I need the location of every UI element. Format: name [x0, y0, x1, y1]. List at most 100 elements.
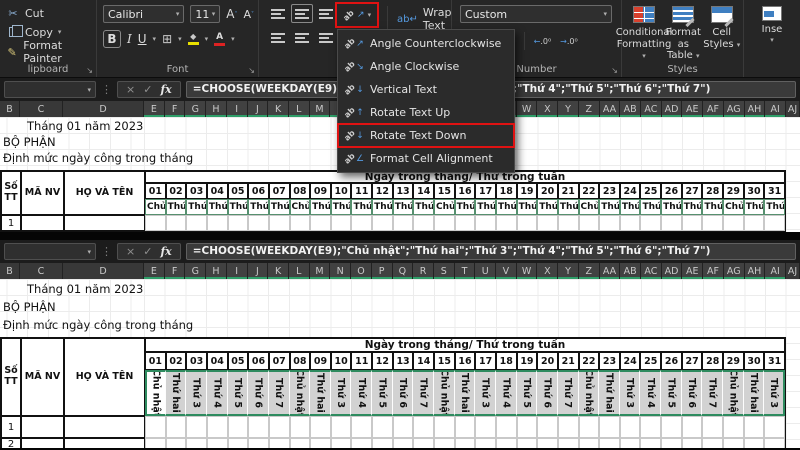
column-header[interactable]: L: [288, 263, 310, 279]
empty-cell[interactable]: [64, 438, 145, 448]
increase-decimal-button[interactable]: ← .0⁰: [534, 37, 552, 46]
empty-cell[interactable]: [640, 438, 662, 448]
day-name-cell[interactable]: Thứ 7: [702, 199, 724, 215]
column-header[interactable]: Y: [558, 101, 579, 117]
day-name-cell[interactable]: Chủ nhật: [145, 199, 166, 215]
header-name[interactable]: HỌ VÀ TÊN: [64, 338, 145, 416]
empty-cell[interactable]: [392, 416, 414, 438]
day-name-cell[interactable]: Thứ 4: [206, 370, 228, 416]
day-name-cell[interactable]: Thứ 5: [227, 199, 249, 215]
day-number-cell[interactable]: 25: [640, 352, 662, 370]
empty-cell[interactable]: [268, 438, 290, 448]
column-header[interactable]: M: [309, 263, 331, 279]
bold-button[interactable]: B: [103, 30, 121, 48]
day-name-cell[interactable]: Chủ nhật: [289, 199, 311, 215]
column-header[interactable]: AG: [723, 263, 745, 279]
column-header[interactable]: AE: [682, 263, 704, 279]
day-name-cell[interactable]: Thứ 5: [661, 370, 682, 416]
day-number-cell[interactable]: 13: [392, 183, 414, 199]
empty-cell[interactable]: [372, 416, 393, 438]
day-number-cell[interactable]: 16: [454, 183, 476, 199]
empty-cell[interactable]: [537, 438, 558, 448]
number-format-select[interactable]: Custom ▾: [460, 5, 612, 23]
column-header[interactable]: C: [20, 101, 63, 117]
month-title[interactable]: Tháng 01 năm 2023: [27, 119, 143, 133]
column-header[interactable]: X: [537, 101, 559, 117]
empty-cell[interactable]: [599, 416, 620, 438]
day-name-cell[interactable]: Thứ 7: [268, 199, 290, 215]
day-number-cell[interactable]: 16: [454, 352, 476, 370]
column-header[interactable]: R: [413, 263, 434, 279]
day-name-cell[interactable]: Thứ hai: [599, 370, 620, 416]
day-number-cell[interactable]: 22: [578, 183, 600, 199]
column-header[interactable]: L: [288, 101, 310, 117]
empty-cell[interactable]: [599, 215, 620, 231]
day-name-cell[interactable]: Thứ hai: [310, 370, 331, 416]
empty-cell[interactable]: [743, 438, 765, 448]
column-header[interactable]: G: [185, 263, 207, 279]
day-name-cell[interactable]: Thứ hai: [165, 199, 187, 215]
empty-cell[interactable]: [454, 215, 476, 231]
day-name-cell[interactable]: Thứ 6: [681, 370, 703, 416]
empty-cell[interactable]: [702, 215, 724, 231]
column-header[interactable]: AA: [599, 101, 621, 117]
align-middle-button[interactable]: [291, 4, 313, 23]
day-number-cell[interactable]: 13: [392, 352, 414, 370]
day-number-cell[interactable]: 27: [681, 352, 703, 370]
day-name-cell[interactable]: Thứ 7: [413, 199, 435, 215]
empty-cell[interactable]: [764, 215, 785, 231]
cut-button[interactable]: ✂ Cut: [6, 5, 94, 21]
empty-cell[interactable]: [227, 438, 249, 448]
empty-cell[interactable]: [640, 416, 662, 438]
day-number-cell[interactable]: 20: [537, 352, 558, 370]
align-center-button[interactable]: [291, 28, 313, 47]
day-name-cell[interactable]: Thứ 5: [227, 370, 249, 416]
day-number-cell[interactable]: 10: [330, 352, 352, 370]
day-name-cell[interactable]: Thứ 7: [557, 199, 579, 215]
empty-cell[interactable]: [619, 215, 641, 231]
column-header[interactable]: J: [247, 263, 269, 279]
column-header[interactable]: AC: [641, 101, 662, 117]
column-header[interactable]: X: [537, 263, 559, 279]
empty-cell[interactable]: [289, 438, 311, 448]
column-header[interactable]: E: [144, 101, 165, 117]
day-number-cell[interactable]: 29: [723, 352, 744, 370]
empty-cell[interactable]: [495, 438, 517, 448]
empty-cell[interactable]: [21, 438, 64, 448]
day-number-cell[interactable]: 02: [165, 352, 187, 370]
cancel-button[interactable]: ×: [126, 83, 135, 96]
column-header[interactable]: AB: [620, 263, 642, 279]
empty-cell[interactable]: [537, 416, 558, 438]
column-header[interactable]: F: [164, 263, 186, 279]
empty-cell[interactable]: [186, 438, 207, 448]
empty-cell[interactable]: [21, 215, 64, 231]
day-name-cell[interactable]: Thứ 6: [681, 199, 703, 215]
menu-item-vertical-text[interactable]: ab ↓ Vertical Text: [338, 78, 514, 101]
day-number-cell[interactable]: 14: [413, 352, 435, 370]
empty-cell[interactable]: [351, 438, 373, 448]
day-name-cell[interactable]: Chủ nhật: [434, 370, 455, 416]
column-header[interactable]: AH: [744, 263, 766, 279]
column-header[interactable]: AF: [703, 101, 724, 117]
underline-button[interactable]: U: [138, 32, 147, 46]
day-number-cell[interactable]: 26: [661, 183, 682, 199]
day-number-cell[interactable]: 05: [227, 352, 249, 370]
day-number-cell[interactable]: 17: [475, 352, 496, 370]
empty-cell[interactable]: [495, 416, 517, 438]
day-name-cell[interactable]: Thứ hai: [454, 370, 476, 416]
empty-cell[interactable]: [764, 438, 785, 448]
empty-cell[interactable]: [392, 215, 414, 231]
column-header[interactable]: Y: [558, 263, 579, 279]
empty-cell[interactable]: [599, 438, 620, 448]
empty-cell[interactable]: [351, 215, 373, 231]
day-name-cell[interactable]: Thứ 7: [413, 370, 435, 416]
day-number-cell[interactable]: 04: [206, 352, 228, 370]
day-number-cell[interactable]: 19: [516, 183, 538, 199]
column-header[interactable]: Q: [392, 263, 414, 279]
column-header[interactable]: B: [0, 101, 20, 117]
day-name-cell[interactable]: Thứ 4: [351, 370, 373, 416]
day-number-cell[interactable]: 28: [702, 183, 724, 199]
column-header[interactable]: AD: [661, 263, 683, 279]
column-header[interactable]: AI: [765, 263, 786, 279]
day-number-cell[interactable]: 19: [516, 352, 538, 370]
